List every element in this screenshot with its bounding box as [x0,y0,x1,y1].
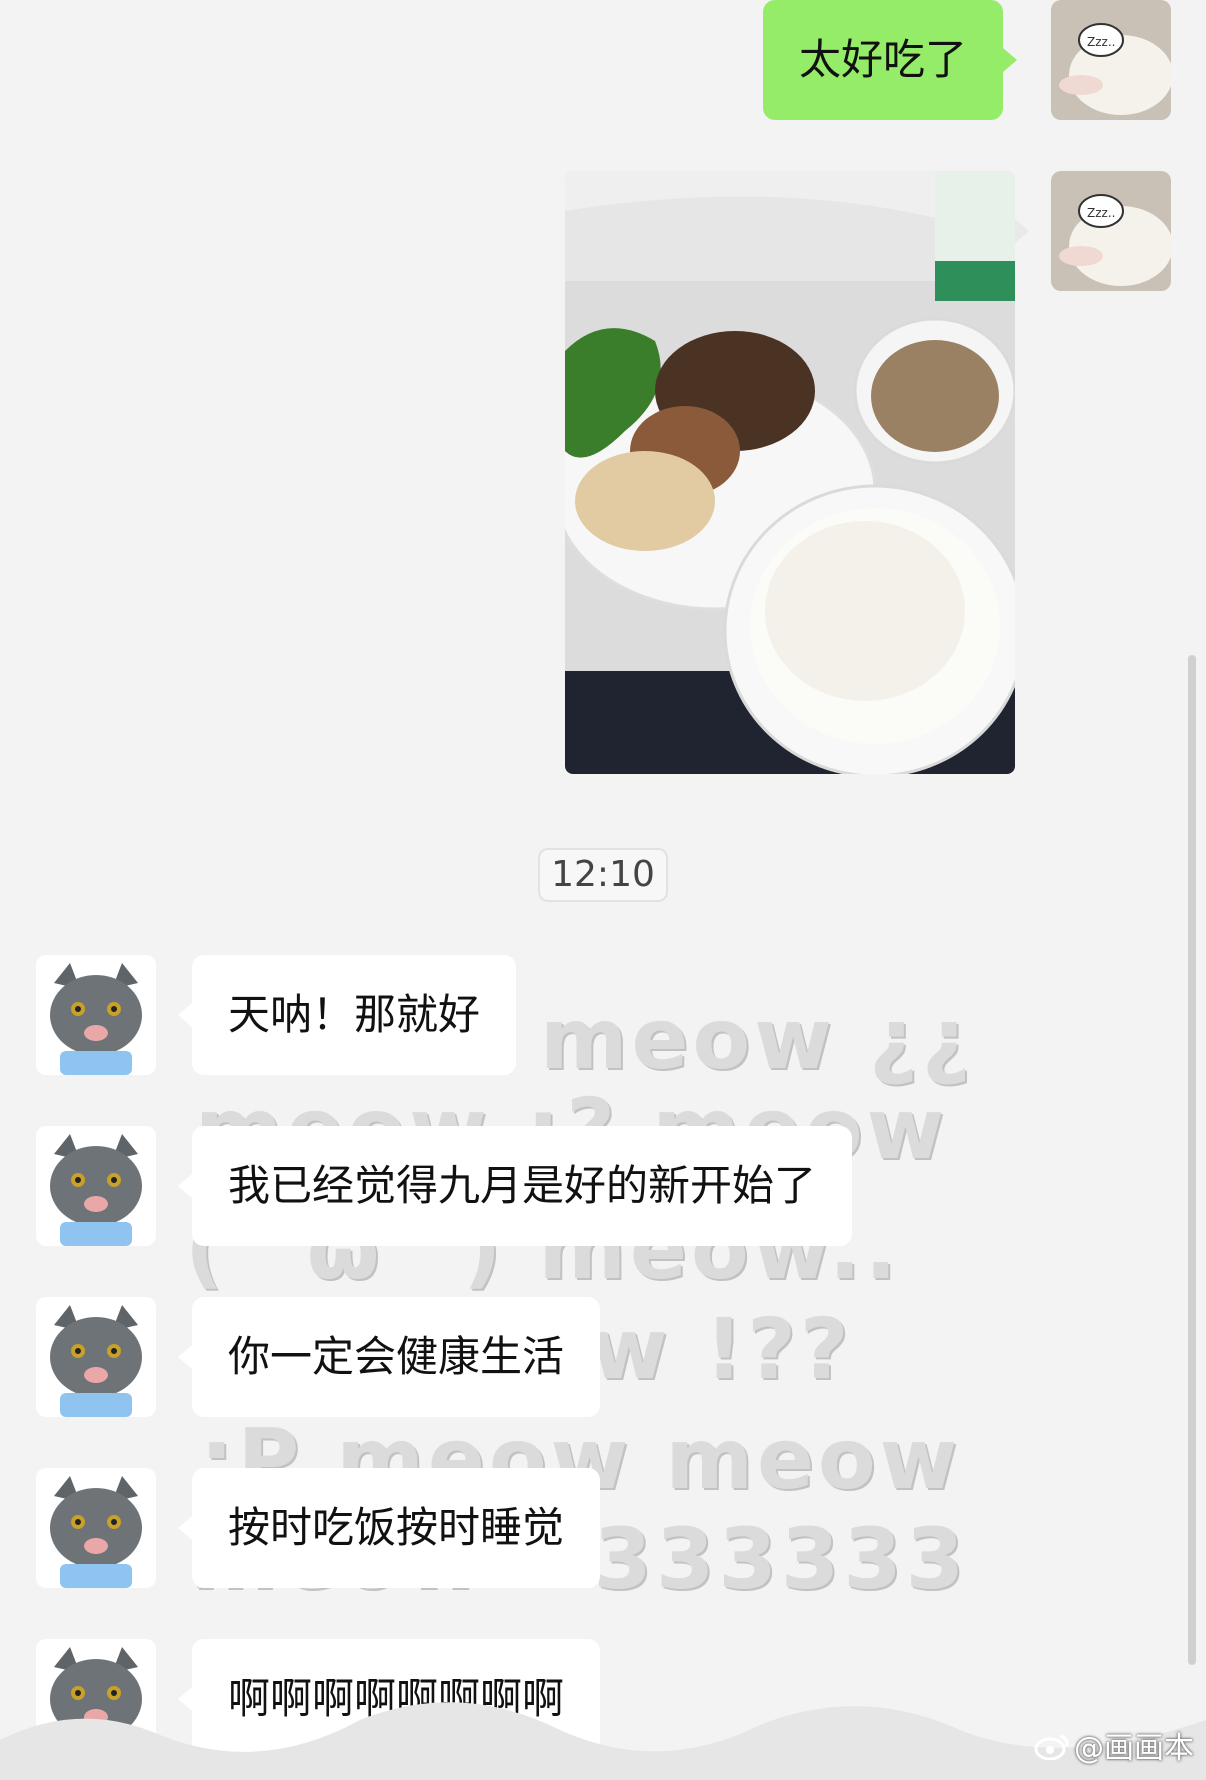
background-hills [0,1702,1206,1780]
avatar-sleeping-bunny[interactable]: Zzz.. [1051,171,1171,291]
scrollbar[interactable] [1188,655,1196,1665]
sleeping-bunny-icon: Zzz.. [1051,0,1171,120]
watermark-text: @画画本 [1074,1730,1194,1766]
grey-cat-icon [36,955,156,1075]
svg-text:Zzz..: Zzz.. [1087,206,1115,220]
weibo-logo-icon [1034,1730,1070,1768]
message-bubble-received[interactable]: 天呐！那就好 [177,955,517,1075]
message-bubble-received[interactable]: 我已经觉得九月是好的新开始了 [177,1126,853,1246]
grey-cat-icon [36,1126,156,1246]
message-bubble-received[interactable]: 按时吃饭按时睡觉 [177,1468,601,1588]
avatar-grey-cat[interactable] [36,1297,156,1417]
avatar-grey-cat[interactable] [36,1126,156,1246]
grey-cat-icon [36,1468,156,1588]
image-bubble-arrow [1015,219,1029,243]
chat-view[interactable]: meow ¿¿ meow ¡? meow ( ´ω` ) meow.. w !?… [0,0,1206,1780]
avatar-grey-cat[interactable] [36,955,156,1075]
food-photo-image [565,171,1015,774]
avatar-grey-cat[interactable] [36,1468,156,1588]
timestamp-chip: 12:10 [538,848,668,902]
background-doodle-line: meow ¿¿ [540,990,975,1088]
background-doodle-line: w !?? [590,1300,853,1398]
svg-text:Zzz..: Zzz.. [1087,35,1115,49]
grey-cat-icon [36,1297,156,1417]
sleeping-bunny-icon: Zzz.. [1051,171,1171,291]
message-bubble-received[interactable]: 你一定会健康生活 [177,1297,601,1417]
lunch-photo[interactable] [565,171,1015,774]
message-bubble-sent[interactable]: 太好吃了 [763,0,1018,120]
avatar-sleeping-bunny[interactable]: Zzz.. [1051,0,1171,120]
watermark: @画画本 [1034,1723,1194,1769]
